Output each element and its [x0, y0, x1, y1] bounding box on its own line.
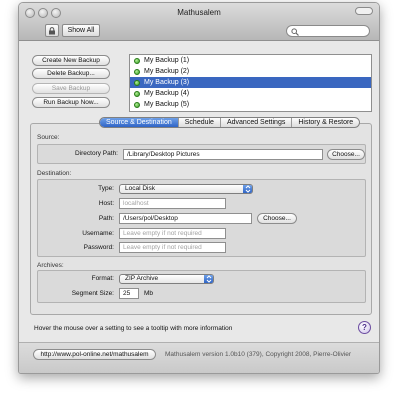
tab-advanced-settings[interactable]: Advanced Settings [221, 118, 293, 127]
backup-list-item[interactable]: My Backup (2) [130, 66, 371, 77]
type-value: Local Disk [125, 185, 155, 192]
hint-text: Hover the mouse over a setting to see a … [34, 325, 233, 332]
backup-list-item[interactable]: My Backup (4) [130, 88, 371, 99]
status-ok-icon [134, 68, 140, 75]
backup-label: My Backup (2) [144, 68, 190, 75]
toolbar-toggle-button[interactable] [355, 7, 373, 15]
backup-label: My Backup (1) [144, 57, 190, 64]
directory-path-field[interactable]: /Library/Desktop Pictures [123, 149, 323, 160]
format-popup[interactable]: ZIP Archive [119, 274, 214, 284]
directory-path-label: Directory Path: [75, 150, 118, 157]
tab-history-restore[interactable]: History & Restore [292, 118, 359, 127]
format-label: Format: [91, 275, 114, 282]
run-backup-button[interactable]: Run Backup Now... [32, 97, 110, 108]
tab-bar: Source & Destination Schedule Advanced S… [99, 117, 361, 128]
backup-list[interactable]: My Backup (1) My Backup (2) My Backup (3… [129, 54, 372, 112]
source-group: Directory Path: /Library/Desktop Picture… [37, 144, 366, 164]
segment-size-field[interactable]: 25 [119, 288, 139, 299]
type-popup[interactable]: Local Disk [119, 184, 253, 194]
status-ok-icon [134, 57, 140, 64]
backup-label: My Backup (5) [144, 101, 190, 108]
tab-schedule[interactable]: Schedule [179, 118, 221, 127]
backup-label: My Backup (3) [144, 79, 190, 86]
source-choose-button[interactable]: Choose... [327, 149, 365, 160]
destination-group: Type: Local Disk Host: localhost Path: /… [37, 179, 366, 257]
host-field[interactable]: localhost [119, 198, 226, 209]
help-button[interactable]: ? [358, 321, 371, 334]
search-input[interactable] [286, 25, 370, 37]
nav-lock-button[interactable] [45, 24, 59, 37]
save-backup-button[interactable]: Save Backup [32, 83, 110, 94]
host-label: Host: [98, 200, 114, 207]
backup-label: My Backup (4) [144, 90, 190, 97]
password-label: Password: [83, 244, 114, 251]
status-ok-icon [134, 101, 140, 108]
footer: http://www.pol-online.net/mathusalem Mat… [19, 343, 379, 373]
popup-arrows-icon [204, 275, 213, 283]
create-backup-button[interactable]: Create New Backup [32, 55, 110, 66]
version-text: Mathusalem version 1.0b10 (379), Copyrig… [165, 351, 352, 358]
show-all-button[interactable]: Show All [62, 24, 100, 37]
preferences-window: Mathusalem Show All Create New Backup De… [18, 2, 380, 374]
backup-list-item[interactable]: My Backup (5) [130, 99, 371, 110]
status-ok-icon [134, 90, 140, 97]
search-icon [291, 28, 299, 36]
window-title: Mathusalem [177, 8, 221, 17]
title-bar: Mathusalem Show All [19, 3, 379, 41]
website-link-button[interactable]: http://www.pol-online.net/mathusalem [33, 349, 156, 360]
tab-panel: Source: Directory Path: /Library/Desktop… [30, 123, 372, 315]
archives-group: Format: ZIP Archive Segment Size: 25 Mb [37, 270, 366, 303]
username-field[interactable]: Leave empty if not required [119, 228, 226, 239]
backup-list-item-selected[interactable]: My Backup (3) [130, 77, 371, 88]
username-label: Username: [82, 230, 114, 237]
segment-size-label: Segment Size: [71, 290, 114, 297]
destination-choose-button[interactable]: Choose... [257, 213, 297, 224]
delete-backup-button[interactable]: Delete Backup... [32, 68, 110, 79]
path-label: Path: [98, 215, 114, 222]
format-value: ZIP Archive [125, 275, 159, 282]
status-ok-icon [134, 79, 140, 86]
lock-icon [49, 27, 55, 35]
segment-unit-label: Mb [144, 290, 154, 297]
backup-list-item[interactable]: My Backup (1) [130, 55, 371, 66]
path-field[interactable]: /Users/pol/Desktop [119, 213, 252, 224]
tab-source-destination[interactable]: Source & Destination [100, 118, 179, 127]
password-field[interactable]: Leave empty if not required [119, 242, 226, 253]
type-label: Type: [98, 185, 114, 192]
archives-section-label: Archives: [37, 262, 64, 269]
popup-arrows-icon [243, 185, 252, 193]
source-section-label: Source: [37, 134, 60, 141]
destination-section-label: Destination: [37, 170, 72, 177]
